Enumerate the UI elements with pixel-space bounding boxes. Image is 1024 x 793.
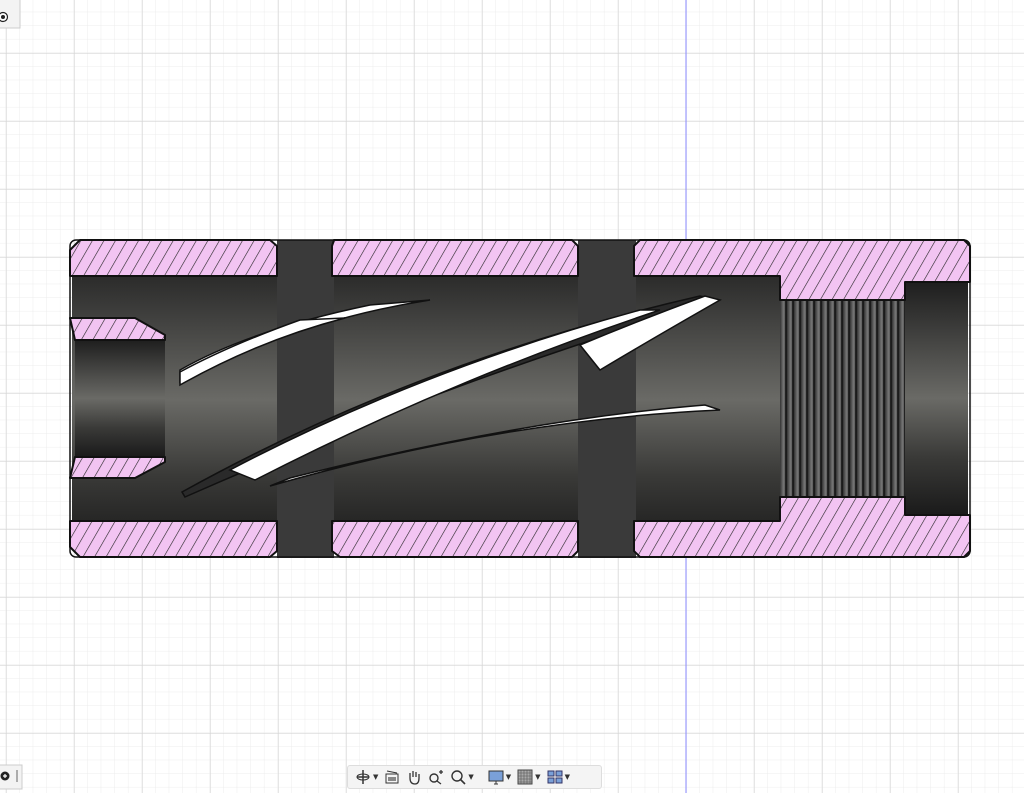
- end-pocket: [905, 282, 968, 515]
- pan-hand-icon: [409, 771, 421, 785]
- grid-snap-button[interactable]: ▼: [517, 766, 541, 788]
- chevron-down-icon[interactable]: ▼: [535, 773, 540, 781]
- display-settings-button[interactable]: ▼: [488, 766, 511, 788]
- look-at-icon: [385, 770, 399, 784]
- pan-button[interactable]: [406, 766, 422, 788]
- fit-window-button[interactable]: ▼: [450, 766, 474, 788]
- viewports-button[interactable]: ▼: [547, 766, 570, 788]
- chevron-down-icon[interactable]: ▼: [506, 773, 511, 781]
- body-gap: [578, 240, 636, 558]
- 3d-viewport[interactable]: [0, 0, 1024, 793]
- muzzle-opening: [75, 340, 165, 457]
- bottom-left-control[interactable]: [0, 764, 23, 790]
- grid-snap-icon: [517, 769, 533, 785]
- viewports-icon: [547, 770, 563, 784]
- orbit-button[interactable]: ▼: [355, 766, 378, 788]
- chevron-down-icon[interactable]: ▼: [373, 773, 378, 781]
- chevron-down-icon[interactable]: ▼: [565, 773, 570, 781]
- look-at-button[interactable]: [384, 766, 400, 788]
- zoom-button[interactable]: [428, 766, 444, 788]
- orbit-icon: [356, 770, 370, 784]
- muzzle-brake-section[interactable]: [69, 239, 971, 558]
- display-settings-icon: [488, 770, 504, 785]
- threads: [780, 300, 905, 497]
- fit-window-icon: [451, 770, 466, 785]
- top-left-control[interactable]: [0, 0, 21, 29]
- zoom-icon: [429, 770, 444, 785]
- body-gap: [277, 240, 334, 558]
- navigation-toolbar: ▼ ▼ ▼ ▼ ▼: [347, 765, 602, 789]
- chevron-down-icon[interactable]: ▼: [468, 773, 473, 781]
